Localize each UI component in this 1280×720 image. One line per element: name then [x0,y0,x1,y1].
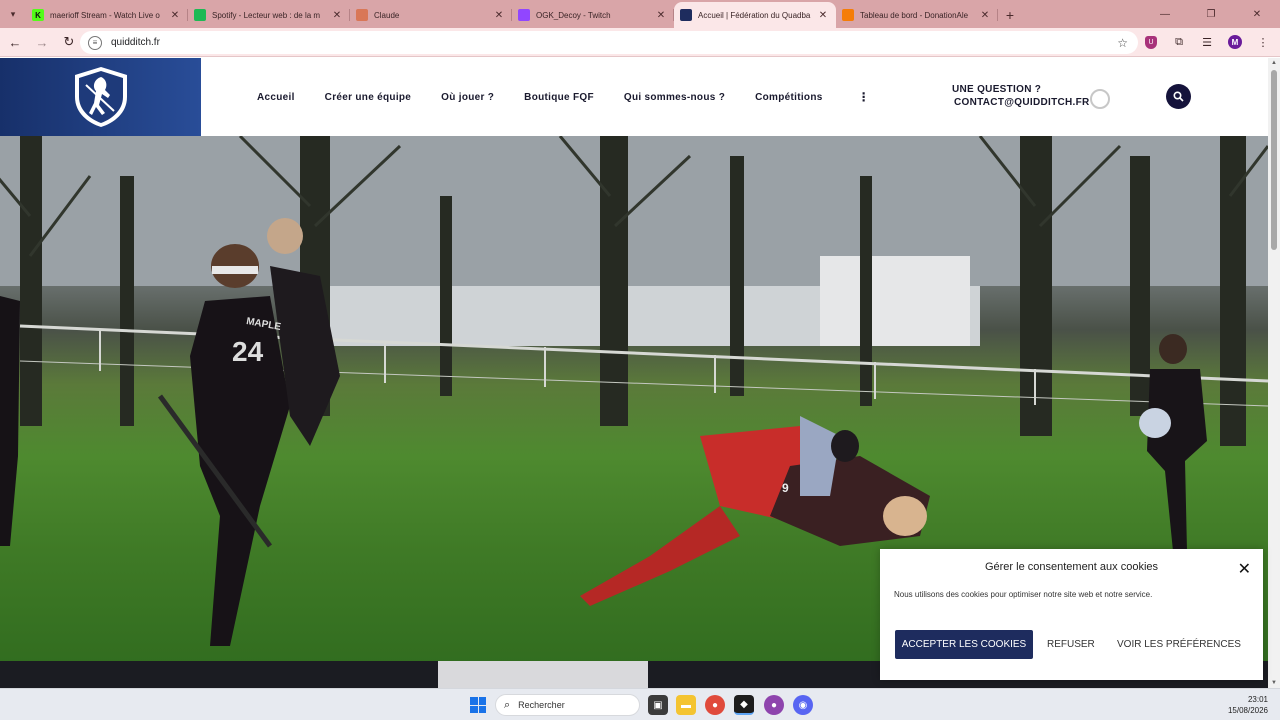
scroll-up-arrow-icon[interactable]: ▲ [1268,58,1280,68]
site-logo[interactable] [0,58,201,136]
tab-favicon-icon [356,9,368,21]
nav-link[interactable]: Boutique FQF [524,92,594,103]
player-with-ball [1139,334,1207,551]
search-icon: ⌕ [504,698,511,711]
address-bar[interactable]: ≡ quidditch.fr ☆ [80,31,1138,54]
bookmark-star-icon[interactable]: ☆ [1117,36,1128,50]
browser-tab[interactable]: Claude ✕ [350,2,512,28]
hero-sponsor-band [438,661,648,689]
cookie-dialog-text: Nous utilisons des cookies pour optimise… [894,590,1153,599]
browser-tab[interactable]: OGK_Decoy - Twitch ✕ [512,2,674,28]
player-edge [0,296,20,546]
minimize-icon[interactable]: — [1142,0,1188,28]
url-text: quidditch.fr [111,37,160,48]
nav-link[interactable]: Où jouer ? [441,92,494,103]
contact-block: UNE QUESTION ? CONTACT@QUIDDITCH.FR [952,84,1090,108]
tab-close-icon[interactable]: ✕ [330,10,344,21]
tab-favicon-icon [194,9,206,21]
close-icon[interactable]: ✕ [1238,559,1251,579]
browser-menu-icon[interactable]: ⋮ [1252,31,1274,53]
tab-close-icon[interactable]: ✕ [816,10,830,21]
tab-title: Accueil | Fédération du Quadba [698,10,811,20]
tab-list: Kmaerioff Stream - Watch Live o ✕ Spotify … [26,2,998,28]
browser-tab[interactable]: Accueil | Fédération du Quadba ✕ [674,2,836,28]
contact-question: UNE QUESTION ? [952,84,1042,95]
file-explorer-icon[interactable]: ▬ [676,695,696,715]
discord-icon[interactable]: ◉ [793,695,813,715]
restore-icon[interactable]: ❐ [1188,0,1234,28]
reading-list-icon[interactable]: ☰ [1196,31,1218,53]
scroll-down-arrow-icon[interactable]: ▼ [1268,678,1280,688]
app-icon[interactable]: ◆ [734,695,754,715]
tab-title: OGK_Decoy - Twitch [536,10,611,20]
tab-search-icon[interactable]: ▾ [0,0,26,28]
tab-favicon-icon [680,9,692,21]
nav-link[interactable]: Qui sommes-nous ? [624,92,725,103]
cookie-dialog-title: Gérer le consentement aux cookies [984,561,1159,573]
clock-date: 15/08/2026 [1227,706,1268,715]
windows-start-icon[interactable] [470,697,486,713]
back-arrow-icon[interactable]: ← [3,30,27,54]
accept-cookies-button[interactable]: ACCEPTER LES COOKIES [895,630,1033,659]
tab-close-icon[interactable]: ✕ [492,10,506,21]
task-view-icon[interactable]: ▣ [648,695,668,715]
toolbar-actions: U ⧉ ☰ M ⋮ [1140,31,1274,53]
tab-title: Claude [374,10,400,20]
tab-favicon-icon: K [32,9,44,21]
contact-email-link[interactable]: CONTACT@QUIDDITCH.FR [954,97,1090,108]
forward-arrow-icon[interactable]: → [30,30,54,54]
browser-toolbar: ← → ↻ ≡ quidditch.fr ☆ U ⧉ ☰ M ⋮ [0,28,1280,57]
close-window-icon[interactable]: ✕ [1234,0,1280,28]
reload-icon[interactable]: ↻ [57,30,81,54]
new-tab-button[interactable]: + [998,2,1022,28]
tab-title: Tableau de bord - DonationAle [860,10,969,20]
clock-time: 23:01 [1247,695,1268,704]
main-navigation: Accueil Créer une équipe Où jouer ? Boutiqu… [257,58,870,136]
page-scrollbar[interactable]: ▲ ▼ [1268,58,1280,688]
nav-link[interactable]: Accueil [257,92,295,103]
window-controls: — ❐ ✕ [1142,0,1280,28]
cookie-preferences-button[interactable]: VOIR LES PRÉFÉRENCES [1117,630,1241,659]
tab-favicon-icon [842,9,854,21]
tab-close-icon[interactable]: ✕ [168,10,182,21]
browser-tab[interactable]: Tableau de bord - DonationAle ✕ [836,2,998,28]
profile-avatar[interactable]: M [1224,31,1246,53]
extension-shield-icon[interactable]: U [1140,31,1162,53]
chrome-profile-icon[interactable]: ● [764,695,784,715]
tab-favicon-icon [518,9,530,21]
jersey-number: 24 [232,336,264,367]
extensions-puzzle-icon[interactable]: ⧉ [1168,31,1190,53]
more-menu-icon[interactable]: ⋮ [858,90,870,104]
nav-link[interactable]: Compétitions [755,92,823,103]
search-icon [1173,91,1184,102]
tab-close-icon[interactable]: ✕ [654,10,668,21]
refuse-cookies-button[interactable]: REFUSER [1047,630,1095,659]
browser-tab-strip: ▾ Kmaerioff Stream - Watch Live o ✕ Spotif… [0,0,1280,28]
tab-close-icon[interactable]: ✕ [978,10,992,21]
taskbar-search-placeholder: Rechercher [518,700,565,710]
loading-spinner-icon [1090,89,1110,109]
scrollbar-thumb[interactable] [1271,70,1277,250]
system-clock[interactable]: 23:01 15/08/2026 [1228,694,1268,716]
site-header: Accueil Créer une équipe Où jouer ? Boutiqu… [0,58,1268,136]
site-info-icon[interactable]: ≡ [88,35,102,50]
nav-link[interactable]: Créer une équipe [325,92,412,103]
chrome-icon[interactable]: ● [705,695,725,715]
tab-title: Spotify - Lecteur web : de la m [212,10,321,20]
jersey-number-2: 9 [782,481,789,495]
shield-logo-icon [74,67,127,127]
browser-tab[interactable]: Kmaerioff Stream - Watch Live o ✕ [26,2,188,28]
windows-taskbar: ⌕ Rechercher ▣ ▬ ● ◆ ● ◉ 23:01 15/08/202… [0,688,1280,720]
browser-tab[interactable]: Spotify - Lecteur web : de la m ✕ [188,2,350,28]
taskbar-search-box[interactable]: ⌕ Rechercher [495,694,640,716]
cookie-consent-dialog: Gérer le consentement aux cookies ✕ Nous… [880,549,1263,680]
player-silhouette [157,218,340,646]
search-button[interactable] [1166,84,1191,109]
tab-title: maerioff Stream - Watch Live o [50,10,160,20]
